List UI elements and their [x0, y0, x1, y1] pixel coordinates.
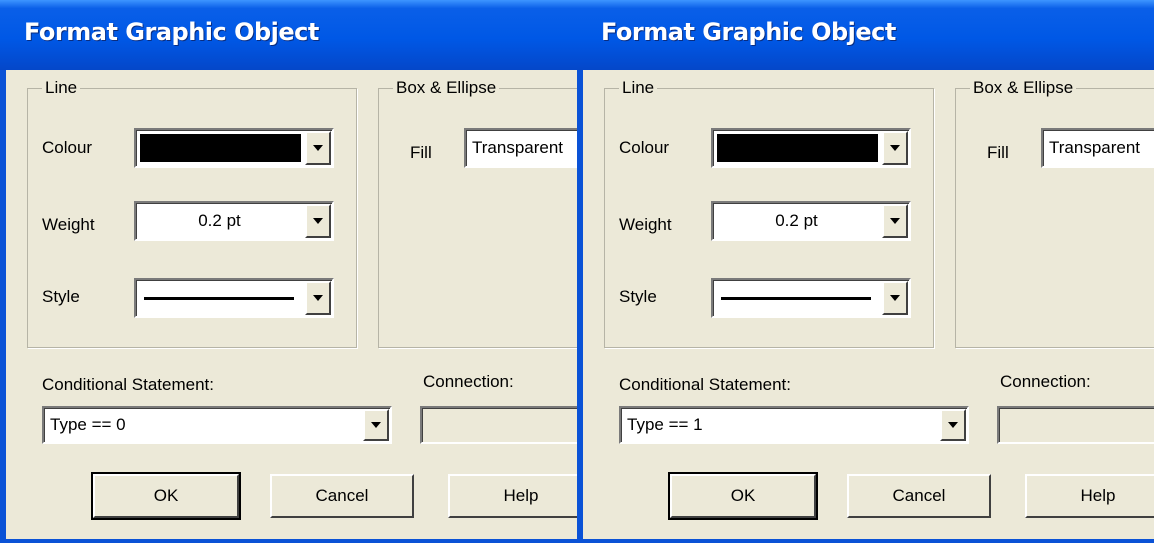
weight-label: Weight [42, 215, 95, 234]
weight-combo[interactable]: 0.2 pt [711, 201, 911, 241]
colour-swatch [717, 134, 878, 162]
colour-combo[interactable] [134, 128, 334, 168]
style-label: Style [42, 287, 80, 306]
cancel-button[interactable]: Cancel [270, 474, 414, 518]
fill-value: Transparent [472, 138, 564, 157]
window-frame-bottom [577, 539, 1154, 543]
dialog-title: Format Graphic Object [24, 18, 319, 46]
conditional-statement-value: Type == 1 [627, 415, 703, 434]
fill-combo[interactable]: Transparent [464, 128, 577, 168]
fill-combo[interactable]: Transparent [1041, 128, 1154, 168]
weight-combo[interactable]: 0.2 pt [134, 201, 334, 241]
colour-label: Colour [619, 138, 670, 157]
conditional-statement-label: Conditional Statement: [42, 375, 214, 394]
fill-label: Fill [987, 143, 1009, 162]
ok-button[interactable]: OK [91, 472, 241, 520]
chevron-down-icon [890, 295, 900, 301]
line-style-sample [721, 297, 871, 300]
chevron-down-icon [371, 422, 381, 428]
chevron-down-icon [313, 218, 323, 224]
box-ellipse-group: Box & Ellipse [378, 78, 577, 348]
style-dropdown-button[interactable] [882, 281, 908, 315]
conditional-statement-combo[interactable]: Type == 1 [619, 406, 969, 444]
fill-label: Fill [410, 143, 432, 162]
colour-label: Colour [42, 138, 93, 157]
window-frame-bottom [0, 539, 577, 543]
weight-value: 0.2 pt [775, 211, 818, 230]
line-style-sample [144, 297, 294, 300]
title-bar[interactable]: Format Graphic Object [577, 0, 1154, 70]
dialog-title: Format Graphic Object [601, 18, 896, 46]
help-button[interactable]: Help [448, 474, 577, 518]
style-dropdown-button[interactable] [305, 281, 331, 315]
colour-dropdown-button[interactable] [882, 131, 908, 165]
connection-label: Connection: [423, 372, 514, 391]
box-ellipse-group-label: Box & Ellipse [393, 78, 500, 98]
box-ellipse-group-label: Box & Ellipse [970, 78, 1077, 98]
weight-value: 0.2 pt [198, 211, 241, 230]
weight-dropdown-button[interactable] [305, 204, 331, 238]
colour-swatch [140, 134, 301, 162]
chevron-down-icon [313, 145, 323, 151]
chevron-down-icon [313, 295, 323, 301]
format-graphic-object-dialog: Format Graphic Object Line Colour Weight… [0, 0, 577, 543]
connection-label: Connection: [1000, 372, 1091, 391]
style-combo[interactable] [711, 278, 911, 318]
line-group-label: Line [619, 78, 658, 98]
conditional-statement-value: Type == 0 [50, 415, 126, 434]
window-frame-left [0, 70, 6, 543]
style-label: Style [619, 287, 657, 306]
window-frame-left [577, 70, 583, 543]
weight-label: Weight [619, 215, 672, 234]
cancel-button[interactable]: Cancel [847, 474, 991, 518]
conditional-statement-label: Conditional Statement: [619, 375, 791, 394]
weight-dropdown-button[interactable] [882, 204, 908, 238]
ok-button[interactable]: OK [668, 472, 818, 520]
colour-dropdown-button[interactable] [305, 131, 331, 165]
title-bar[interactable]: Format Graphic Object [0, 0, 577, 70]
connection-field[interactable] [997, 406, 1154, 444]
help-button[interactable]: Help [1025, 474, 1154, 518]
chevron-down-icon [890, 218, 900, 224]
fill-value: Transparent [1049, 138, 1141, 157]
line-group-label: Line [42, 78, 81, 98]
chevron-down-icon [948, 422, 958, 428]
conditional-dropdown-button[interactable] [940, 409, 966, 441]
box-ellipse-group: Box & Ellipse [955, 78, 1154, 348]
format-graphic-object-dialog: Format Graphic Object Line Colour Weight… [577, 0, 1154, 543]
colour-combo[interactable] [711, 128, 911, 168]
conditional-statement-combo[interactable]: Type == 0 [42, 406, 392, 444]
chevron-down-icon [890, 145, 900, 151]
style-combo[interactable] [134, 278, 334, 318]
connection-field[interactable] [420, 406, 577, 444]
conditional-dropdown-button[interactable] [363, 409, 389, 441]
